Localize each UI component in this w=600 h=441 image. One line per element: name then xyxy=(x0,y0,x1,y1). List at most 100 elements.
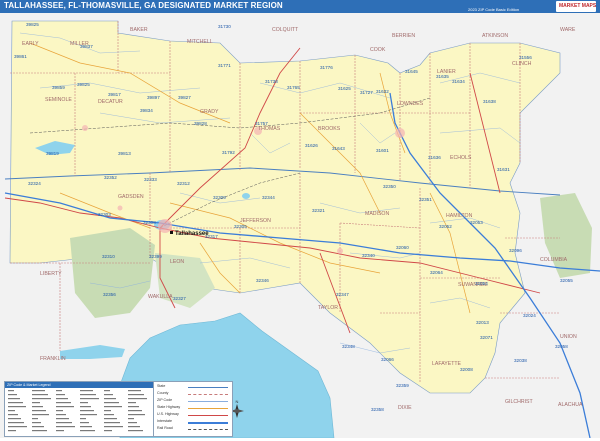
legend-row-line xyxy=(32,394,48,396)
county-label: MITCHELL xyxy=(187,39,213,45)
county-label: HAMILTON xyxy=(446,213,473,219)
title-bar: TALLAHASSEE, FL-THOMASVILLE, GA DESIGNAT… xyxy=(0,0,600,13)
legend-row-line xyxy=(80,422,89,424)
legend-row-line xyxy=(8,406,26,408)
legend-row-line xyxy=(32,398,51,400)
county-label: ECHOLS xyxy=(450,155,472,161)
compass-north-label: N xyxy=(236,399,239,404)
zip-label: 31792 xyxy=(222,150,235,155)
key-state-label: State xyxy=(157,384,166,388)
county-label: SEMINOLE xyxy=(45,97,72,103)
zip-label: 32066 xyxy=(381,357,394,362)
legend-row-line xyxy=(80,394,96,396)
zip-label: 32305 xyxy=(234,224,247,229)
key-zip-swatch xyxy=(188,401,228,402)
legend-row-line xyxy=(128,402,136,404)
legend-row-line xyxy=(128,426,140,428)
zip-label: 31643 xyxy=(332,146,345,151)
zip-label: 32038 xyxy=(514,358,527,363)
county-label: ATKINSON xyxy=(482,33,508,39)
zip-label: 32303 xyxy=(98,212,111,217)
zip-label: 32071 xyxy=(480,335,493,340)
legend-row-line xyxy=(56,430,64,432)
legend-row-line xyxy=(32,390,45,392)
city-label-tallahassee: Tallahassee xyxy=(175,231,209,237)
zip-label: 39834 xyxy=(140,108,153,113)
legend-row-line xyxy=(56,422,72,424)
zip-label: 32058 xyxy=(555,344,568,349)
zip-label: 32060 xyxy=(396,245,409,250)
key-railroad-label: Rail Road xyxy=(157,426,173,430)
key-county-label: County xyxy=(157,391,169,395)
market-maps-logo: MARKET MAPS xyxy=(556,1,596,12)
zip-label: 32052 xyxy=(439,224,452,229)
legend-row-line xyxy=(56,410,63,412)
zip-label: 32310 xyxy=(102,254,115,259)
zip-label: 31765 xyxy=(287,85,300,90)
zip-label: 32321 xyxy=(312,208,325,213)
zip-label: 31601 xyxy=(376,148,389,153)
county-label: COLQUITT xyxy=(272,27,299,33)
zip-label: 39897 xyxy=(147,95,160,100)
key-interstate-swatch xyxy=(188,422,228,424)
key-us-highway-label: U.S. Highway xyxy=(157,412,179,416)
map-frame: TALLAHASSEE, FL-THOMASVILLE, GA DESIGNAT… xyxy=(0,0,600,438)
zip-label: 32308 xyxy=(143,220,156,225)
county-label: DIXIE xyxy=(398,405,412,411)
zip-label: 31631 xyxy=(497,167,510,172)
legend-row-line xyxy=(8,418,21,420)
legend-row-line xyxy=(128,414,145,416)
legend-row-line xyxy=(8,414,18,416)
key-county-swatch xyxy=(188,394,228,395)
legend-row-line xyxy=(8,398,20,400)
key-state-highway-swatch xyxy=(188,408,228,409)
zip-label: 32008 xyxy=(460,367,473,372)
edition-label: 2023 ZIP Code Basic Edition xyxy=(468,7,520,12)
zip-label: 32348 xyxy=(342,344,355,349)
county-label: EARLY xyxy=(22,41,39,47)
county-label: LAFAYETTE xyxy=(432,361,462,367)
legend-row-line xyxy=(8,394,17,396)
legend-row-line xyxy=(104,418,117,420)
key-interstate-label: Interstate xyxy=(157,419,172,423)
key-us-highway-swatch xyxy=(188,415,228,416)
zip-label: 32309 xyxy=(213,195,226,200)
legend-row-line xyxy=(80,414,97,416)
legend-row-line xyxy=(56,414,66,416)
legend-row-line xyxy=(104,394,113,396)
zip-label: 32359 xyxy=(396,383,409,388)
zip-label: 32333 xyxy=(144,177,157,182)
legend-row-line xyxy=(80,430,95,432)
zip-label: 31632 xyxy=(376,89,389,94)
zip-label: 39813 xyxy=(118,151,131,156)
legend-row-line xyxy=(32,426,44,428)
zip-label: 32350 xyxy=(383,184,396,189)
county-label: COLUMBIA xyxy=(540,257,568,263)
zip-label: 39837 xyxy=(80,44,93,49)
zip-label: 32055 xyxy=(560,278,573,283)
zip-label: 32064 xyxy=(430,270,443,275)
legend-row-line xyxy=(104,406,122,408)
legend-rows xyxy=(8,390,147,432)
legend-row-line xyxy=(128,422,137,424)
legend-row-line xyxy=(104,414,114,416)
lake-water xyxy=(242,193,250,199)
county-label: LOWNDES xyxy=(397,101,424,107)
legend-row-line xyxy=(8,422,24,424)
county-label: TAYLOR xyxy=(318,305,338,311)
legend-row-line xyxy=(56,398,68,400)
city-marker-tallahassee xyxy=(170,231,173,234)
legend-row-line xyxy=(104,398,116,400)
legend-row-line xyxy=(56,390,62,392)
legend-row-line xyxy=(56,402,71,404)
key-state-swatch xyxy=(188,387,228,388)
zip-label: 32324 xyxy=(28,181,41,186)
legend-row-line xyxy=(128,394,144,396)
legend-row-line xyxy=(80,406,91,408)
zip-label: 32053 xyxy=(470,220,483,225)
legend-row-line xyxy=(104,390,110,392)
legend-row-line xyxy=(32,422,41,424)
zip-legend-table: ZIP Code & Market Legend xyxy=(4,381,155,437)
county-label: WAKULLA xyxy=(148,294,173,300)
zip-label: 39825 xyxy=(77,82,90,87)
